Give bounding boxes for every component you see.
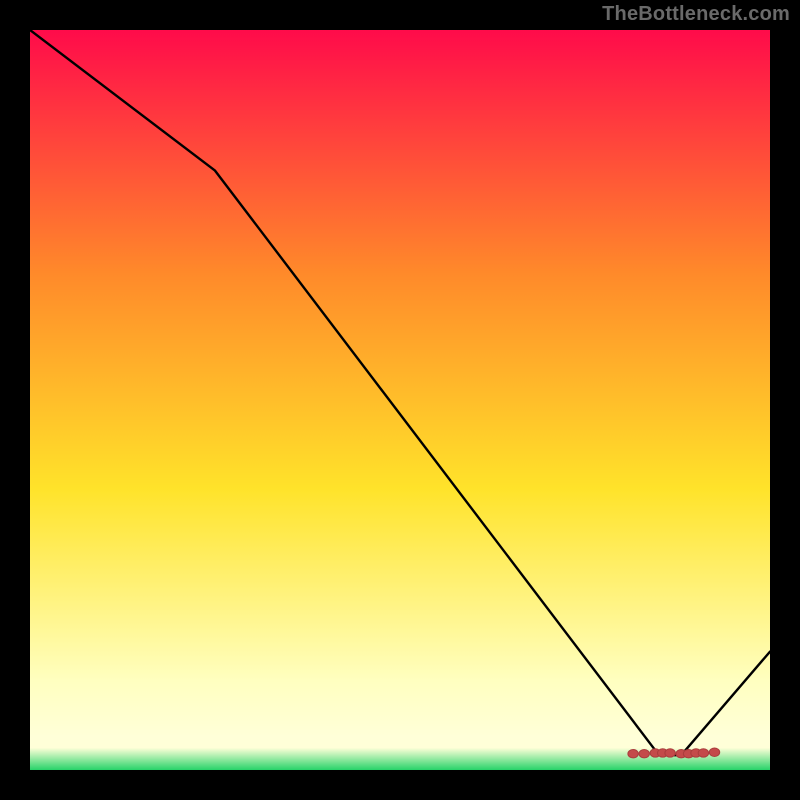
- data-marker: [709, 748, 719, 756]
- plot-area: [30, 30, 770, 770]
- data-marker: [628, 750, 638, 758]
- chart-svg: [30, 30, 770, 770]
- watermark-text: TheBottleneck.com: [602, 3, 790, 26]
- data-marker: [698, 749, 708, 757]
- data-marker: [639, 750, 649, 758]
- data-markers: [628, 748, 720, 758]
- gradient-background: [30, 30, 770, 770]
- chart-frame: TheBottleneck.com: [0, 0, 800, 800]
- data-marker: [665, 749, 675, 757]
